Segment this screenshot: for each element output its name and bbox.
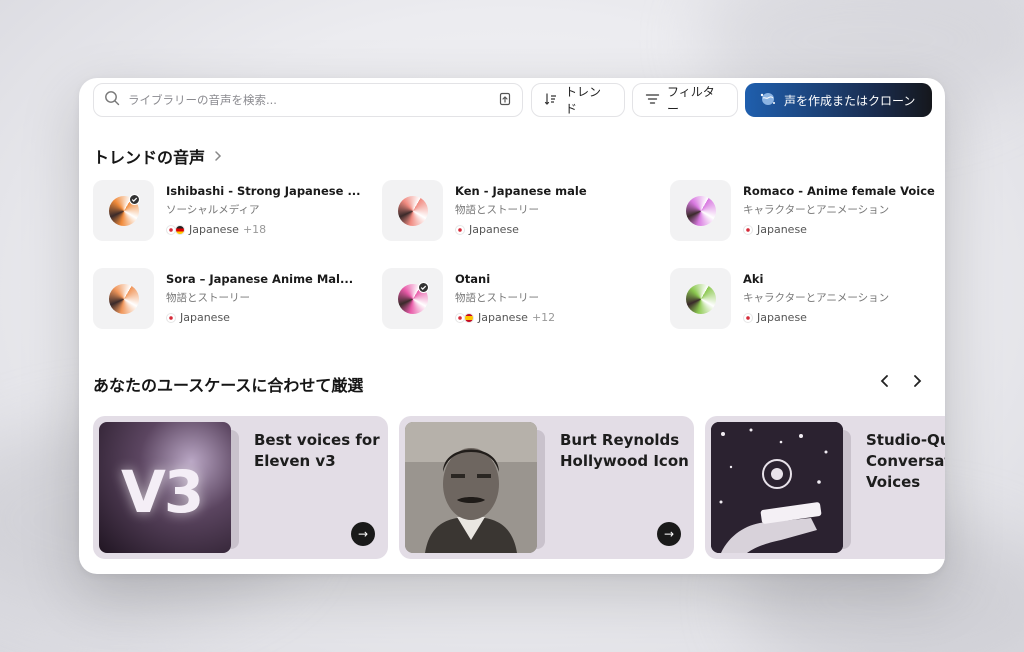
voice-category: ソーシャルメディア: [166, 204, 260, 216]
voice-languages: Japanese: [743, 311, 889, 324]
filter-button[interactable]: フィルター: [632, 83, 738, 117]
studio-voices-image: [711, 422, 843, 553]
filter-label: フィルター: [667, 85, 715, 116]
verified-badge-icon: [129, 194, 140, 205]
voice-card[interactable]: Sora – Japanese Anime Mal... 物語とストーリー Ja…: [93, 268, 363, 330]
japan-flag-icon: [455, 224, 465, 235]
eleven-v3-image: V3: [99, 422, 231, 553]
v3-logo-text: V3: [121, 458, 204, 526]
trend-sort-label: トレンド: [565, 85, 602, 116]
voice-avatar[interactable]: [93, 180, 154, 241]
voice-card[interactable]: Otani 物語とストーリー Japanese +12: [382, 268, 652, 330]
voice-orb-icon: [685, 283, 716, 314]
voice-category: キャラクターとアニメーション: [743, 292, 890, 304]
voice-orb-icon: [397, 195, 428, 226]
burt-reynolds-photo: [405, 422, 537, 553]
trending-voices-header[interactable]: トレンドの音声: [93, 144, 223, 168]
voice-language: Japanese: [180, 311, 230, 324]
chevron-right-icon: [213, 147, 223, 166]
voice-name: Otani: [455, 272, 491, 286]
upload-file-icon[interactable]: [498, 91, 512, 110]
voice-avatar[interactable]: [382, 180, 443, 241]
japan-flag-icon: [743, 224, 753, 235]
voice-avatar[interactable]: [93, 268, 154, 329]
verified-badge-icon: [418, 282, 429, 293]
usecase-card-eleven-v3[interactable]: V3 Best voices for Eleven v3 →: [93, 416, 388, 559]
usecase-title-text: あなたのユースケースに合わせて厳選: [93, 376, 364, 395]
create-or-clone-label: 声を作成またはクローン: [784, 93, 916, 108]
usecase-card-studio-quality[interactable]: Studio-Qu Conversat Voices: [705, 416, 945, 559]
voice-category: 物語とストーリー: [455, 204, 539, 216]
voice-avatar[interactable]: [670, 180, 731, 241]
trend-sort-button[interactable]: トレンド: [531, 83, 625, 117]
voice-orb-icon: [108, 283, 139, 314]
voice-language: Japanese: [469, 223, 519, 236]
arrow-right-icon[interactable]: →: [351, 522, 375, 546]
germany-flag-icon: [175, 224, 185, 235]
voice-language: Japanese: [757, 311, 807, 324]
voice-languages: Japanese: [743, 223, 935, 236]
voice-language: Japanese: [757, 223, 807, 236]
usecase-card-title: Best voices for Eleven v3: [254, 431, 380, 470]
voice-avatar[interactable]: [382, 268, 443, 329]
voice-languages: Japanese: [455, 223, 587, 236]
usecase-card-burt-reynolds[interactable]: Burt Reynolds Hollywood Icon →: [399, 416, 694, 559]
voice-category: 物語とストーリー: [166, 292, 250, 304]
voice-language: Japanese: [189, 223, 239, 236]
voice-library-panel: トレンド フィルター 声を作成またはクローン トレンドの音声 Ishibashi…: [79, 78, 945, 574]
voice-name: Romaco - Anime female Voice: [743, 184, 935, 198]
usecase-section-title: あなたのユースケースに合わせて厳選: [93, 372, 363, 396]
voice-name: Sora – Japanese Anime Mal...: [166, 272, 354, 286]
japan-flag-icon: [166, 312, 176, 323]
voice-orb-icon: [685, 195, 716, 226]
extra-languages-count: +12: [531, 311, 556, 324]
search-input[interactable]: [128, 93, 490, 107]
arrow-right-icon[interactable]: →: [657, 522, 681, 546]
spain-flag-icon: [464, 312, 474, 323]
voice-category: 物語とストーリー: [455, 292, 539, 304]
voice-languages: Japanese +18: [166, 223, 361, 236]
trending-voices-title: トレンドの音声: [93, 148, 206, 167]
search-icon: [104, 90, 120, 110]
chevron-left-icon: [880, 375, 888, 387]
sort-icon: [544, 92, 558, 109]
voice-name: Aki: [743, 272, 764, 286]
filter-icon: [645, 92, 660, 109]
usecase-card-title: Studio-Qu Conversat Voices: [866, 431, 945, 491]
voice-language: Japanese: [478, 311, 528, 324]
voice-name: Ishibashi - Strong Japanese ...: [166, 184, 361, 198]
voice-avatar[interactable]: [670, 268, 731, 329]
voice-languages: Japanese: [166, 311, 353, 324]
voice-card[interactable]: Romaco - Anime female Voice キャラクターとアニメーシ…: [670, 180, 940, 242]
voice-languages: Japanese +12: [455, 311, 555, 324]
voice-category: キャラクターとアニメーション: [743, 204, 890, 216]
globe-sparkle-icon: [759, 91, 777, 110]
usecase-card-title: Burt Reynolds Hollywood Icon: [560, 431, 689, 470]
voice-card[interactable]: Ken - Japanese male 物語とストーリー Japanese: [382, 180, 652, 242]
voice-card[interactable]: Aki キャラクターとアニメーション Japanese: [670, 268, 940, 330]
voice-card[interactable]: Ishibashi - Strong Japanese ... ソーシャルメディ…: [93, 180, 363, 242]
japan-flag-icon: [743, 312, 753, 323]
extra-languages-count: +18: [242, 223, 267, 236]
voice-name: Ken - Japanese male: [455, 184, 587, 198]
carousel-prev-button[interactable]: [879, 374, 891, 392]
create-or-clone-voice-button[interactable]: 声を作成またはクローン: [745, 83, 932, 117]
search-bar[interactable]: [93, 83, 523, 117]
chevron-right-icon: [914, 375, 922, 387]
carousel-next-button[interactable]: [911, 374, 923, 392]
